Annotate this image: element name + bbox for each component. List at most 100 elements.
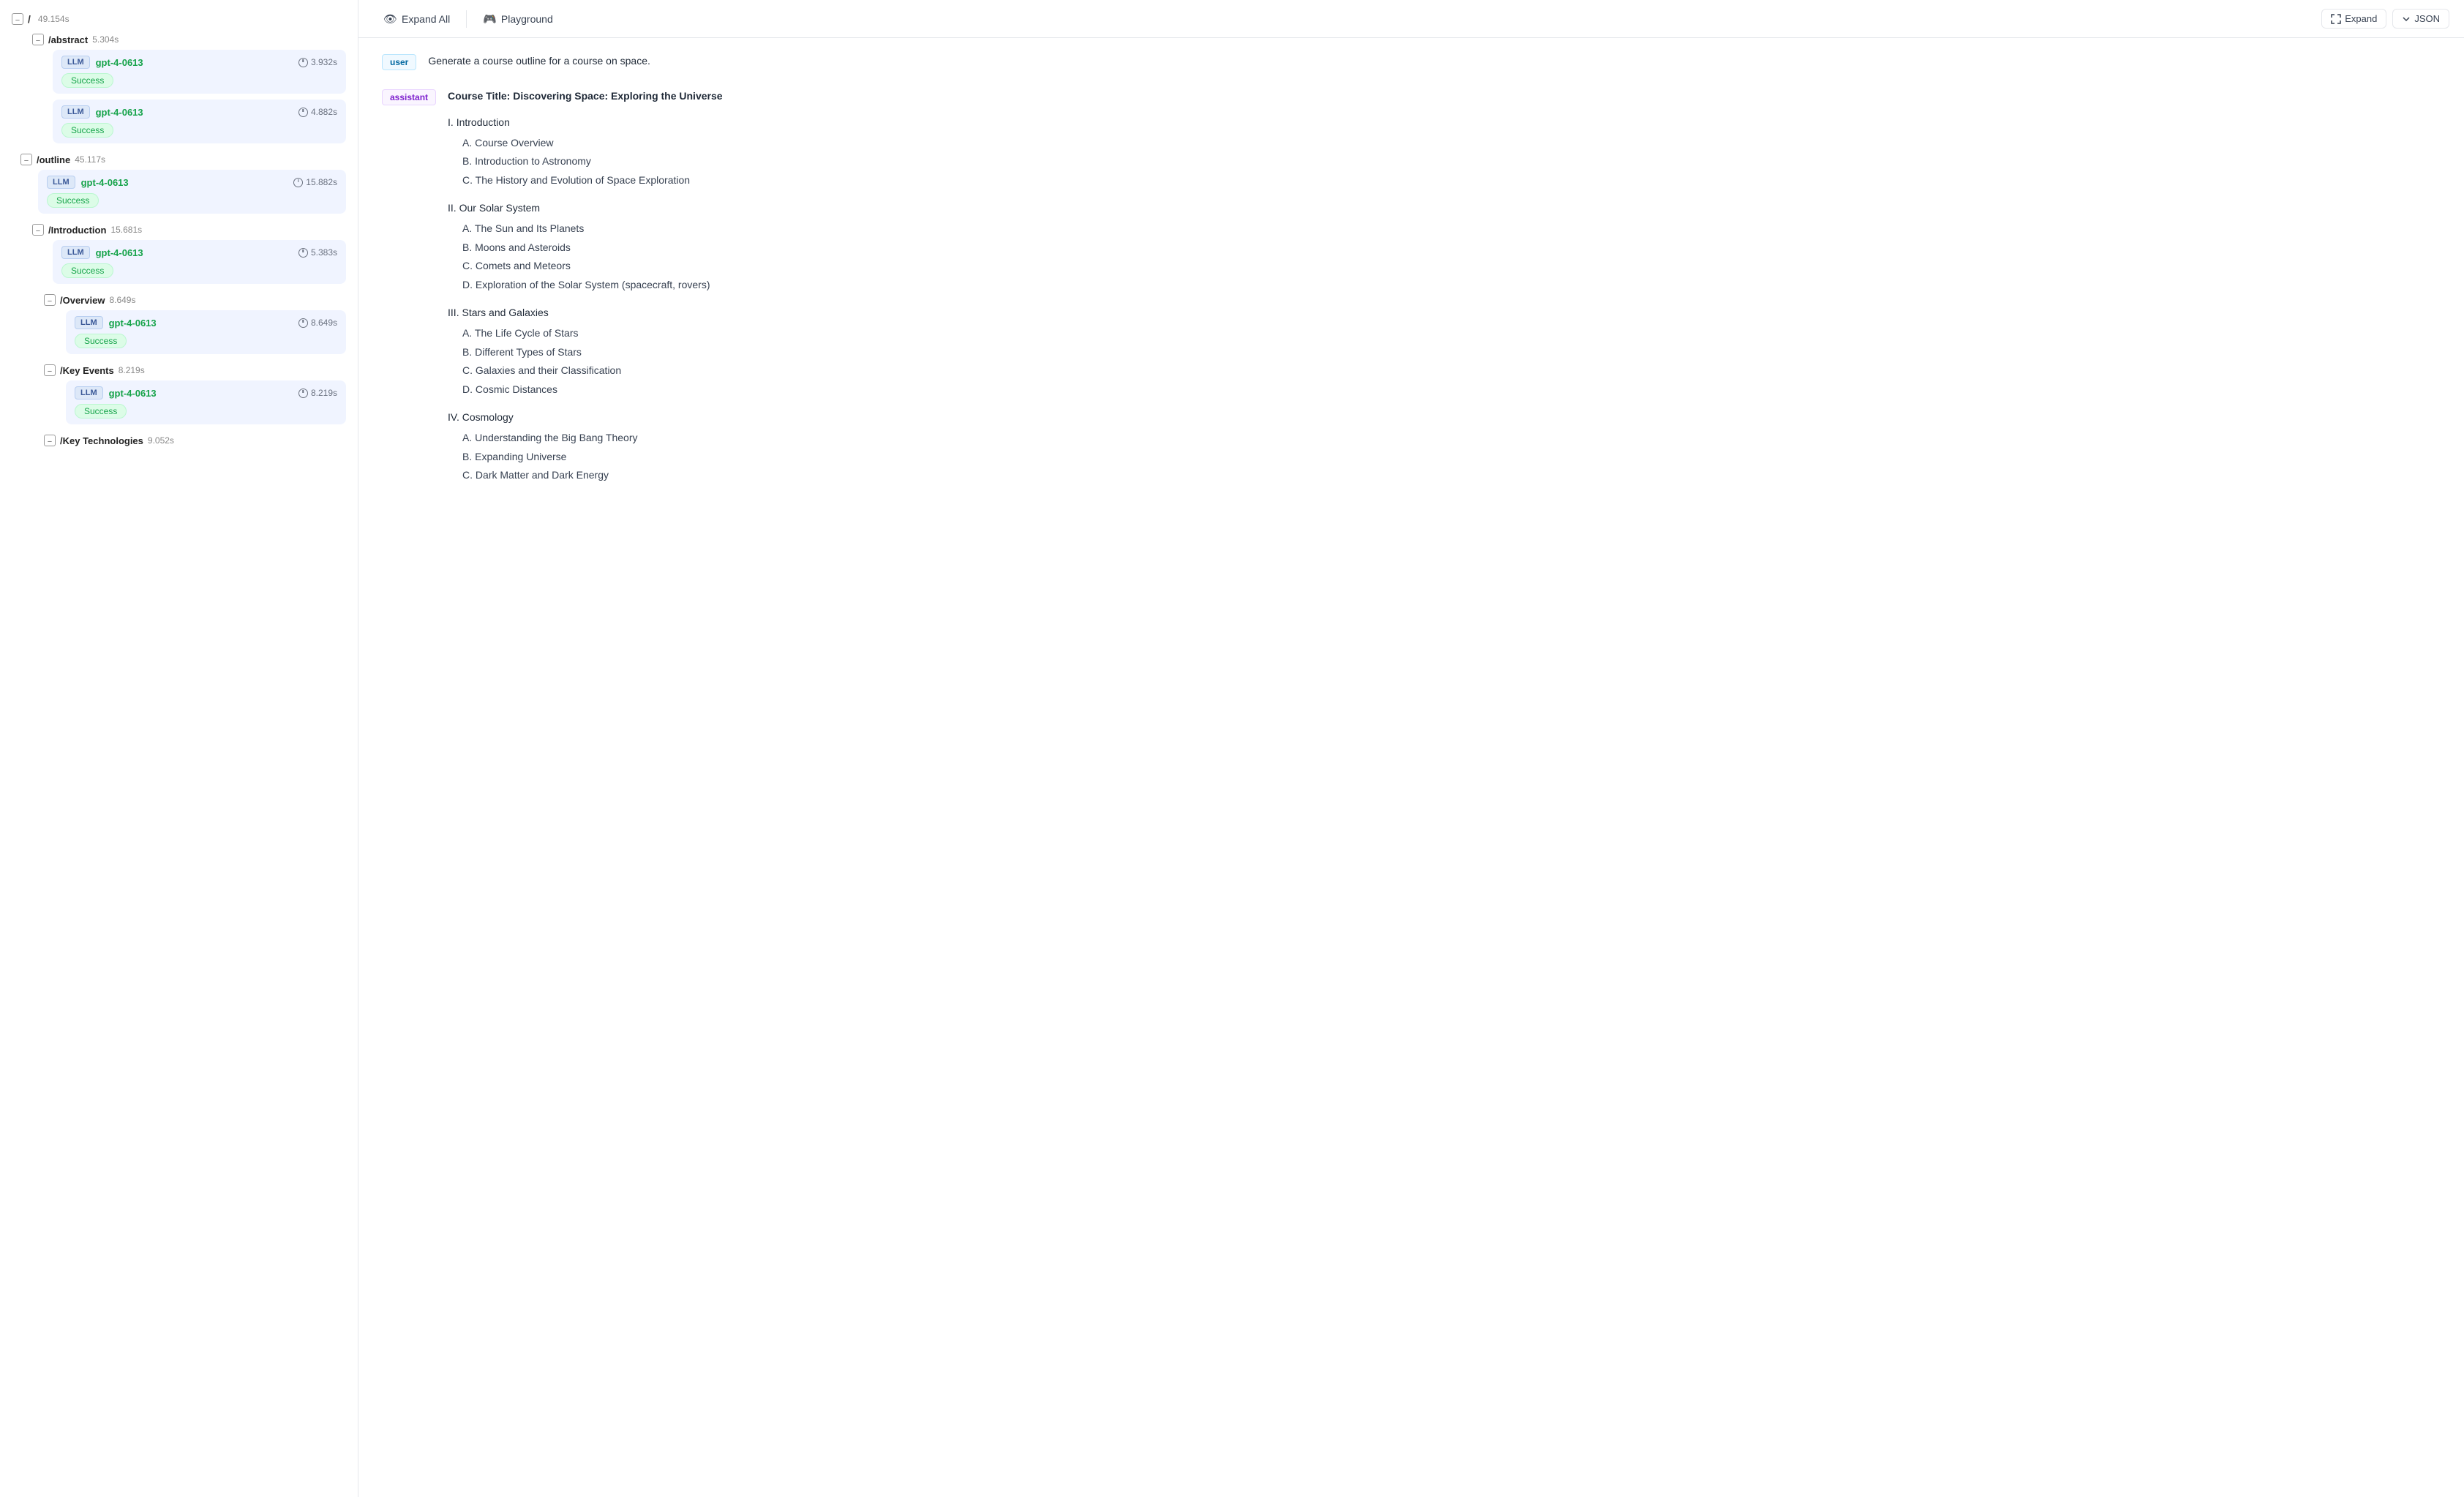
- outline-item-1-b: B. Introduction to Astronomy: [448, 153, 2441, 170]
- section-outline-header: /outline 45.117s: [0, 149, 358, 170]
- abstract-llm-2: LLM gpt-4-0613 4.882s Success: [53, 100, 346, 143]
- toolbar: 👁 Expand All 🎮 Playground Expand JSON: [358, 0, 2464, 38]
- outline-item-2-d: D. Exploration of the Solar System (spac…: [448, 277, 2441, 294]
- clock-icon: [298, 248, 308, 258]
- outline-item-3-d: D. Cosmic Distances: [448, 381, 2441, 399]
- llm-badge: LLM: [75, 386, 103, 399]
- root-collapse-icon[interactable]: [12, 13, 23, 25]
- expand-button[interactable]: Expand: [2321, 9, 2386, 29]
- success-badge: Success: [61, 263, 113, 278]
- clock-icon: [298, 318, 308, 328]
- left-panel: / 49.154s /abstract 5.304s LLM gpt-4-061…: [0, 0, 358, 1497]
- section-outline: /outline 45.117s LLM gpt-4-0613 15.882s …: [0, 149, 358, 214]
- key-technologies-collapse-icon[interactable]: [44, 435, 56, 446]
- outline-section-heading-3: III. Stars and Galaxies: [448, 304, 2441, 322]
- key-events-llm-1: LLM gpt-4-0613 8.219s Success: [66, 380, 346, 424]
- clock-icon: [293, 178, 303, 187]
- assistant-role-badge: assistant: [382, 89, 436, 105]
- llm-badge: LLM: [61, 246, 90, 259]
- outline-item-2-a: A. The Sun and Its Planets: [448, 220, 2441, 238]
- user-message: user Generate a course outline for a cou…: [382, 53, 2441, 70]
- outline-item-2-c: C. Comets and Meteors: [448, 258, 2441, 275]
- clock-icon: [298, 58, 308, 67]
- key-technologies-name: /Key Technologies: [60, 435, 143, 446]
- user-role-badge: user: [382, 54, 416, 70]
- section-abstract: /abstract 5.304s LLM gpt-4-0613 3.932s S…: [0, 29, 358, 143]
- outline-section-heading-4: IV. Cosmology: [448, 409, 2441, 427]
- assistant-message-content: Course Title: Discovering Space: Explori…: [448, 88, 2441, 495]
- key-events-time: 8.219s: [119, 365, 145, 375]
- section-abstract-header: /abstract 5.304s: [0, 29, 358, 50]
- course-title: Course Title: Discovering Space: Explori…: [448, 88, 2441, 105]
- llm-time-value: 4.882s: [311, 107, 337, 117]
- minus-icon: [48, 295, 52, 306]
- llm-badge: LLM: [47, 176, 75, 189]
- section-overview: /Overview 8.649s LLM gpt-4-0613 8.649s S…: [0, 290, 358, 354]
- playground-icon: 🎮: [483, 12, 497, 26]
- introduction-time: 15.681s: [110, 225, 142, 235]
- llm-time: 15.882s: [293, 177, 337, 187]
- outline-section-heading-1: I. Introduction: [448, 114, 2441, 132]
- key-events-collapse-icon[interactable]: [44, 364, 56, 376]
- outline-time: 45.117s: [75, 154, 105, 165]
- outline-item-4-a: A. Understanding the Big Bang Theory: [448, 429, 2441, 447]
- playground-label: Playground: [501, 13, 553, 25]
- json-label: JSON: [2414, 13, 2440, 24]
- llm-time-value: 8.219s: [311, 388, 337, 398]
- abstract-name: /abstract: [48, 34, 88, 45]
- llm-time-value: 15.882s: [306, 177, 337, 187]
- section-introduction: /Introduction 15.681s LLM gpt-4-0613 5.3…: [0, 220, 358, 284]
- llm-time-value: 5.383s: [311, 247, 337, 258]
- llm-model: gpt-4-0613: [96, 247, 143, 258]
- outline-item-1-c: C. The History and Evolution of Space Ex…: [448, 172, 2441, 190]
- outline-name: /outline: [37, 154, 70, 165]
- section-key-technologies-header: /Key Technologies 9.052s: [0, 430, 358, 451]
- outline-item-2-b: B. Moons and Asteroids: [448, 239, 2441, 257]
- abstract-time: 5.304s: [92, 34, 119, 45]
- user-message-text: Generate a course outline for a course o…: [428, 55, 650, 67]
- llm-model: gpt-4-0613: [96, 107, 143, 118]
- outline-item-3-c: C. Galaxies and their Classification: [448, 362, 2441, 380]
- expand-arrows-icon: [2331, 14, 2341, 24]
- overview-time: 8.649s: [109, 295, 135, 305]
- clock-icon: [298, 389, 308, 398]
- introduction-name: /Introduction: [48, 225, 106, 236]
- minus-icon: [48, 435, 52, 446]
- llm-badge: LLM: [61, 105, 90, 119]
- overview-collapse-icon[interactable]: [44, 294, 56, 306]
- success-badge: Success: [47, 193, 99, 208]
- expand-all-button[interactable]: 👁 Expand All: [373, 8, 460, 30]
- abstract-collapse-icon[interactable]: [32, 34, 44, 45]
- clock-icon: [298, 108, 308, 117]
- llm-time: 5.383s: [298, 247, 337, 258]
- json-button[interactable]: JSON: [2392, 9, 2449, 29]
- right-panel: 👁 Expand All 🎮 Playground Expand JSON: [358, 0, 2464, 1497]
- outline-section-heading-2: II. Our Solar System: [448, 200, 2441, 217]
- toolbar-separator: [466, 10, 467, 28]
- assistant-message: assistant Course Title: Discovering Spac…: [382, 88, 2441, 495]
- llm-time: 8.219s: [298, 388, 337, 398]
- llm-time-value: 3.932s: [311, 57, 337, 67]
- llm-model: gpt-4-0613: [96, 57, 143, 68]
- minus-icon: [36, 225, 40, 236]
- llm-time: 4.882s: [298, 107, 337, 117]
- playground-button[interactable]: 🎮 Playground: [473, 8, 563, 30]
- outline-item-4-c: C. Dark Matter and Dark Energy: [448, 467, 2441, 484]
- section-key-events: /Key Events 8.219s LLM gpt-4-0613 8.219s…: [0, 360, 358, 424]
- section-key-technologies: /Key Technologies 9.052s: [0, 430, 358, 451]
- llm-badge: LLM: [75, 316, 103, 329]
- outline-item-3-b: B. Different Types of Stars: [448, 344, 2441, 361]
- minus-icon: [36, 34, 40, 45]
- outline-section-1: I. Introduction A. Course Overview B. In…: [448, 114, 2441, 190]
- section-introduction-header: /Introduction 15.681s: [0, 220, 358, 240]
- introduction-collapse-icon[interactable]: [32, 224, 44, 236]
- overview-name: /Overview: [60, 295, 105, 306]
- outline-collapse-icon[interactable]: [20, 154, 32, 165]
- outline-llm-1: LLM gpt-4-0613 15.882s Success: [38, 170, 346, 214]
- expand-label: Expand: [2345, 13, 2377, 24]
- success-badge: Success: [61, 123, 113, 138]
- outline-item-4-b: B. Expanding Universe: [448, 449, 2441, 466]
- key-events-name: /Key Events: [60, 365, 114, 376]
- outline-item-3-a: A. The Life Cycle of Stars: [448, 325, 2441, 342]
- abstract-llm-1: LLM gpt-4-0613 3.932s Success: [53, 50, 346, 94]
